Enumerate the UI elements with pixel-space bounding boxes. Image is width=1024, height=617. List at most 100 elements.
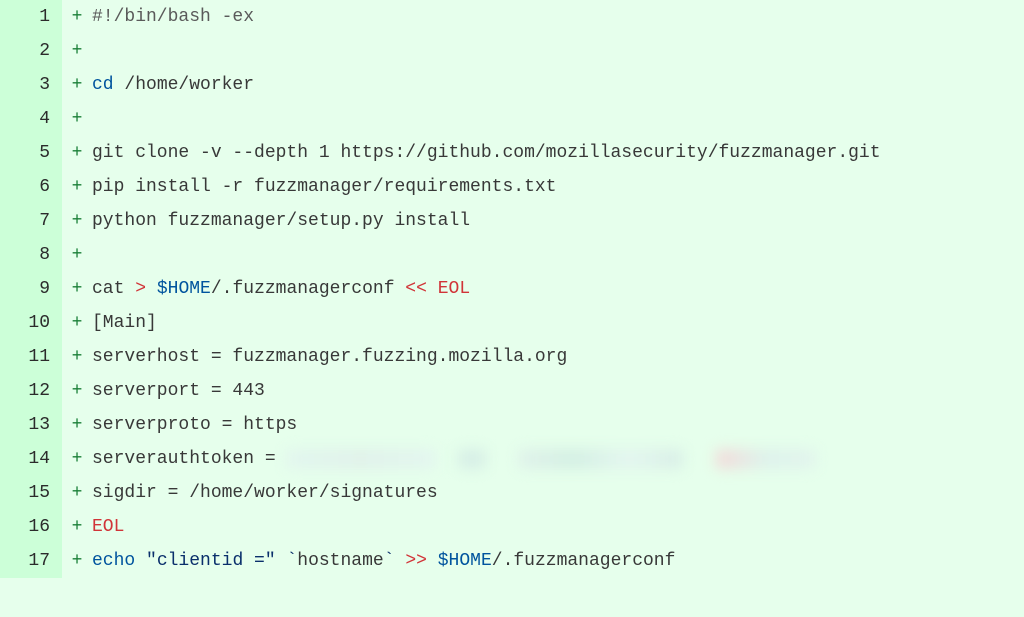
code-token: ` xyxy=(384,551,395,571)
line-number: 17 xyxy=(0,544,62,578)
code-token: EOL xyxy=(438,279,470,299)
code-token xyxy=(436,449,458,469)
code-token: /home/worker xyxy=(114,75,254,95)
code-line: serverhost = fuzzmanager.fuzzing.mozilla… xyxy=(92,340,1024,374)
diff-line: 1+#!/bin/bash -ex xyxy=(0,0,1024,34)
code-token xyxy=(486,449,518,469)
code-token xyxy=(427,279,438,299)
diff-line: 3+cd /home/worker xyxy=(0,68,1024,102)
code-token: /.fuzzmanagerconf xyxy=(492,551,676,571)
diff-line: 6+pip install -r fuzzmanager/requirement… xyxy=(0,170,1024,204)
code-line: #!/bin/bash -ex xyxy=(92,0,1024,34)
code-line: sigdir = /home/worker/signatures xyxy=(92,476,1024,510)
code-token: echo xyxy=(92,551,135,571)
line-number: 10 xyxy=(0,306,62,340)
diff-marker: + xyxy=(62,476,92,510)
diff-marker: + xyxy=(62,136,92,170)
line-number: 14 xyxy=(0,442,62,476)
diff-marker: + xyxy=(62,374,92,408)
diff-marker: + xyxy=(62,442,92,476)
line-number: 15 xyxy=(0,476,62,510)
code-token: "clientid =" xyxy=(146,551,276,571)
diff-marker: + xyxy=(62,272,92,306)
code-token: EOL xyxy=(92,517,124,537)
diff-marker: + xyxy=(62,238,92,272)
code-line: EOL xyxy=(92,510,1024,544)
diff-marker: + xyxy=(62,170,92,204)
line-number: 7 xyxy=(0,204,62,238)
diff-marker: + xyxy=(62,544,92,578)
line-number: 1 xyxy=(0,0,62,34)
line-number: 12 xyxy=(0,374,62,408)
code-line: pip install -r fuzzmanager/requirements.… xyxy=(92,170,1024,204)
code-token: $HOME xyxy=(157,279,211,299)
diff-line: 4+ xyxy=(0,102,1024,136)
code-line: cd /home/worker xyxy=(92,68,1024,102)
code-token xyxy=(135,551,146,571)
redacted-token xyxy=(518,449,683,469)
code-token: cd xyxy=(92,75,114,95)
code-token: sigdir = /home/worker/signatures xyxy=(92,483,438,503)
diff-marker: + xyxy=(62,68,92,102)
diff-line: 12+serverport = 443 xyxy=(0,374,1024,408)
code-token: pip install -r fuzzmanager/requirements.… xyxy=(92,177,556,197)
code-line: echo "clientid =" `hostname` >> $HOME/.f… xyxy=(92,544,1024,578)
code-token: serverport = 443 xyxy=(92,381,265,401)
diff-line: 16+EOL xyxy=(0,510,1024,544)
line-number: 13 xyxy=(0,408,62,442)
diff-marker: + xyxy=(62,102,92,136)
code-token: $HOME xyxy=(438,551,492,571)
code-token xyxy=(683,449,715,469)
diff-line: 13+serverproto = https xyxy=(0,408,1024,442)
code-token: hostname xyxy=(297,551,383,571)
code-line: serverauthtoken = xyxy=(92,442,1024,476)
code-line: cat > $HOME/.fuzzmanagerconf << EOL xyxy=(92,272,1024,306)
code-token: git clone -v --depth 1 https://github.co… xyxy=(92,143,881,163)
line-number: 5 xyxy=(0,136,62,170)
diff-marker: + xyxy=(62,510,92,544)
diff-line: 8+ xyxy=(0,238,1024,272)
code-token: serverhost = fuzzmanager.fuzzing.mozilla… xyxy=(92,347,567,367)
diff-marker: + xyxy=(62,204,92,238)
redacted-token xyxy=(458,449,486,469)
code-token: >> xyxy=(405,551,427,571)
code-token: serverauthtoken = xyxy=(92,449,286,469)
code-token: serverproto = https xyxy=(92,415,297,435)
redacted-token xyxy=(286,449,436,469)
diff-line: 10+[Main] xyxy=(0,306,1024,340)
code-line xyxy=(92,34,1024,68)
code-line: serverport = 443 xyxy=(92,374,1024,408)
diff-marker: + xyxy=(62,34,92,68)
code-token xyxy=(276,551,287,571)
line-number: 3 xyxy=(0,68,62,102)
redacted-token xyxy=(716,449,816,469)
diff-line: 2+ xyxy=(0,34,1024,68)
code-token: ` xyxy=(286,551,297,571)
code-token: << xyxy=(405,279,427,299)
code-token: python fuzzmanager/setup.py install xyxy=(92,211,470,231)
code-token xyxy=(395,551,406,571)
diff-line: 11+serverhost = fuzzmanager.fuzzing.mozi… xyxy=(0,340,1024,374)
code-line xyxy=(92,102,1024,136)
diff-marker: + xyxy=(62,340,92,374)
line-number: 2 xyxy=(0,34,62,68)
code-line: git clone -v --depth 1 https://github.co… xyxy=(92,136,1024,170)
code-token: cat xyxy=(92,279,135,299)
code-line: python fuzzmanager/setup.py install xyxy=(92,204,1024,238)
code-line xyxy=(92,238,1024,272)
code-token: /.fuzzmanagerconf xyxy=(211,279,405,299)
diff-line: 14+serverauthtoken = xyxy=(0,442,1024,476)
diff-marker: + xyxy=(62,0,92,34)
code-token xyxy=(146,279,157,299)
diff-line: 9+cat > $HOME/.fuzzmanagerconf << EOL xyxy=(0,272,1024,306)
code-token: #!/bin/bash -ex xyxy=(92,7,254,27)
code-line: serverproto = https xyxy=(92,408,1024,442)
diff-block: 1+#!/bin/bash -ex2+3+cd /home/worker4+5+… xyxy=(0,0,1024,578)
line-number: 9 xyxy=(0,272,62,306)
diff-line: 15+sigdir = /home/worker/signatures xyxy=(0,476,1024,510)
line-number: 16 xyxy=(0,510,62,544)
code-token xyxy=(427,551,438,571)
diff-line: 17+echo "clientid =" `hostname` >> $HOME… xyxy=(0,544,1024,578)
code-line: [Main] xyxy=(92,306,1024,340)
code-token: > xyxy=(135,279,146,299)
